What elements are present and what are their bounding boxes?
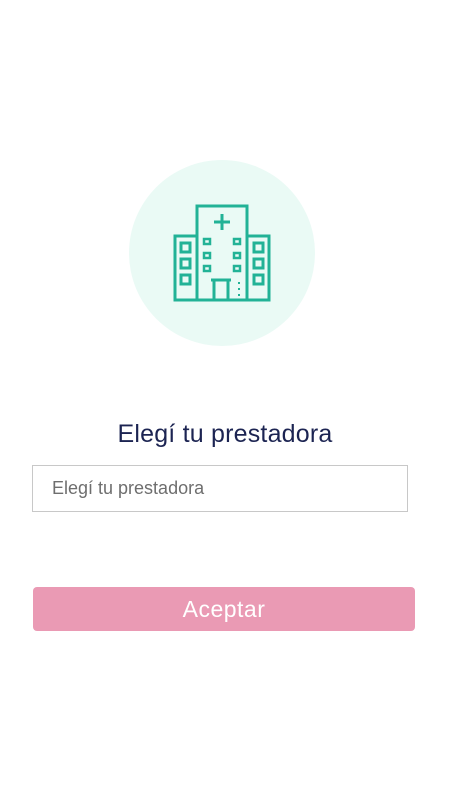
accept-button[interactable]: Aceptar bbox=[33, 587, 415, 631]
provider-select-field[interactable] bbox=[32, 465, 408, 512]
provider-selection-screen: Elegí tu prestadora Aceptar bbox=[0, 0, 450, 800]
provider-input[interactable] bbox=[33, 466, 407, 511]
hero-circle bbox=[129, 160, 315, 346]
hospital-building-icon bbox=[173, 204, 271, 302]
page-title: Elegí tu prestadora bbox=[117, 420, 333, 448]
